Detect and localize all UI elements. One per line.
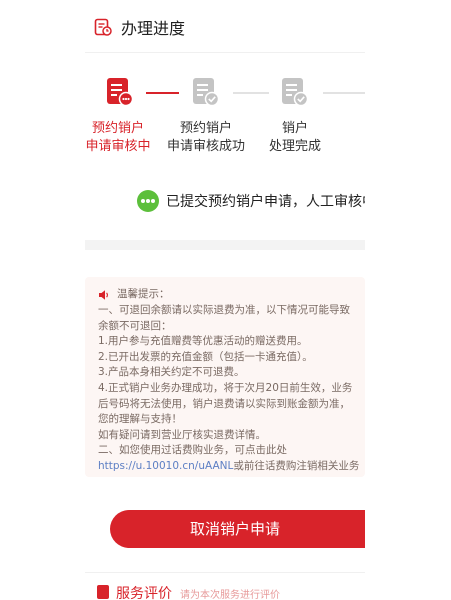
speaker-icon [99,290,108,300]
notice-title: 温馨提示： [117,288,170,301]
step-completed-icon [282,78,309,107]
step-pending-review-icon [107,78,134,107]
notice-line: 一、可退回余额请以实际退费为准，以下情况可能导致 [98,304,350,316]
step-3-label-line1: 销户 [281,121,308,136]
chat-bubble-icon [137,190,159,212]
notice-line: 3.产品本身相关约定不可退费。 [98,366,245,379]
notice-line: 后号码将无法使用，销户退费请以实际到账金额为准， [98,397,350,410]
notice-link-suffix: 或前往话费购注销相关业务 [233,459,360,472]
step-connector-1 [146,92,179,94]
status-message: 已提交预约销户申请，人工审核中 [137,188,365,214]
step-connector-3 [323,92,365,94]
cancel-application-button[interactable]: 取消销户申请 [110,510,365,548]
page-title: 办理进度 [121,19,186,38]
notice-line: 2.已开出发票的充值金额（包括一卡通充值）。 [98,350,313,363]
notice-line: 您的理解与支持！ [98,413,182,426]
rating-marker-icon [97,585,109,599]
notice-header: 温馨提示： [98,287,365,303]
step-connector-2 [233,92,269,94]
status-text: 已提交预约销户申请，人工审核中 [166,194,365,210]
notice-box: 温馨提示： 一、可退回余额请以实际退费为准，以下情况可能导致 余额不可退回： 1… [85,277,365,477]
progress-doc-icon [94,18,112,36]
notice-line: 二、如您使用过话费购业务，可点击此处 [98,444,287,457]
progress-panel: 办理进度 预约销户 申请审核中 预约销户 申请审核成功 销户 处理完成 已提交预… [85,0,365,600]
notice-line: 余额不可退回： [98,319,172,332]
notice-line: 如有疑问请到营业厅核实退费详情。 [98,428,266,441]
page-header: 办理进度 [85,0,365,53]
section-divider [85,240,365,250]
step-3-label: 销户 处理完成 [240,120,350,156]
rating-title: 服务评价 [116,586,172,600]
rating-hint: 请为本次服务进行评价 [180,590,280,600]
notice-link-line: https://u.10010.cn/uAANL或前往话费购注销相关业务 [98,459,365,475]
service-rating-section[interactable]: 服务评价 请为本次服务进行评价 [85,572,365,600]
notice-line: 1.用户参与充值赠费等优惠活动的赠送费用。 [98,335,308,348]
notice-line: 4.正式销户业务办理成功，将于次月20日前生效，业务 [98,381,353,394]
huafeigou-link[interactable]: https://u.10010.cn/uAANL [98,460,233,472]
step-review-approved-icon [193,78,220,107]
step-3-label-line2: 处理完成 [268,139,321,154]
